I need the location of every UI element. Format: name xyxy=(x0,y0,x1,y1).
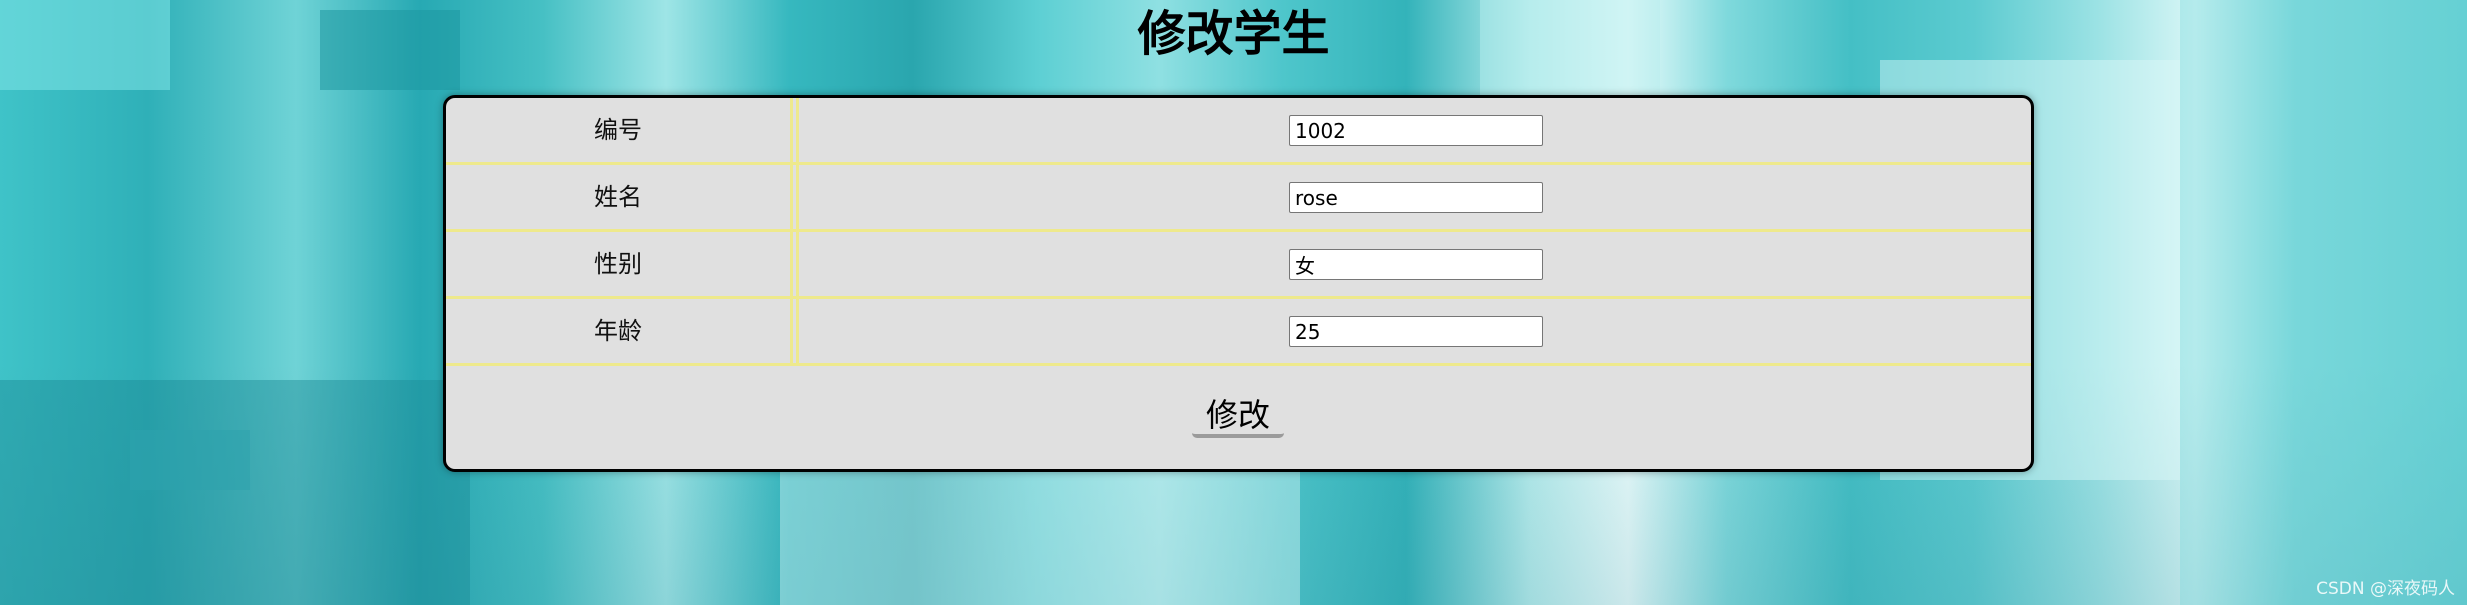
background-patch xyxy=(780,450,1300,605)
form-row-id: 编号 xyxy=(446,98,2031,165)
gender-input-cell xyxy=(796,232,2031,296)
background-patch xyxy=(0,380,470,605)
id-input[interactable] xyxy=(1289,115,1543,146)
background-patch xyxy=(130,430,250,490)
name-input[interactable] xyxy=(1289,182,1543,213)
background-patch xyxy=(2180,0,2467,605)
form-row-name: 姓名 xyxy=(446,165,2031,232)
age-input[interactable] xyxy=(1289,316,1543,347)
id-label: 编号 xyxy=(446,98,793,162)
submit-row: 修改 xyxy=(446,366,2031,469)
age-input-cell xyxy=(796,299,2031,363)
id-input-cell xyxy=(796,98,2031,162)
name-input-cell xyxy=(796,165,2031,229)
gender-label: 性别 xyxy=(446,232,793,296)
form-row-gender: 性别 xyxy=(446,232,2031,299)
form-row-age: 年龄 xyxy=(446,299,2031,366)
watermark: CSDN @深夜码人 xyxy=(2316,579,2455,599)
page-title: 修改学生 xyxy=(1137,6,1330,62)
name-label: 姓名 xyxy=(446,165,793,229)
age-label: 年龄 xyxy=(446,299,793,363)
submit-button[interactable]: 修改 xyxy=(1192,390,1284,438)
gender-input[interactable] xyxy=(1289,249,1543,280)
edit-student-form: 编号 姓名 性别 年龄 修改 xyxy=(443,95,2034,472)
